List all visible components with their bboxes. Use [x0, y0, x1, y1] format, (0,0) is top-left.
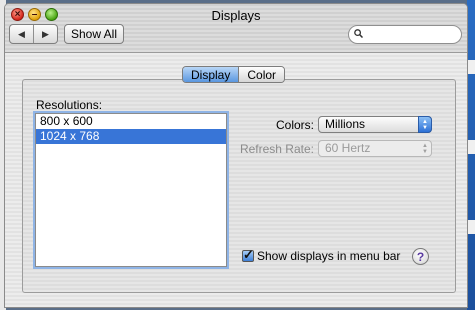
show-displays-label: Show displays in menu bar	[257, 249, 401, 263]
back-arrow-icon: ◀	[18, 28, 25, 39]
show-displays-option[interactable]: Show displays in menu bar	[242, 247, 401, 263]
forward-arrow-icon: ▶	[42, 28, 49, 39]
refresh-rate-popup: 60 Hertz ▲ ▼	[318, 140, 432, 157]
resolutions-label: Resolutions:	[36, 98, 103, 112]
desktop-fragment	[467, 140, 475, 154]
resolutions-list[interactable]: 800 x 600 1024 x 768	[35, 113, 227, 267]
desktop-fragment	[467, 60, 475, 74]
search-field[interactable]	[348, 25, 462, 44]
list-item-selected[interactable]: 1024 x 768	[36, 129, 226, 144]
back-forward-group: ◀ ▶	[9, 24, 58, 44]
desktop-fragment	[467, 220, 475, 234]
tab-color[interactable]: Color	[238, 67, 285, 82]
popup-arrows-icon: ▲ ▼	[418, 116, 432, 133]
colors-value: Millions	[325, 117, 366, 131]
question-mark-icon: ?	[416, 249, 425, 264]
popup-arrows-icon: ▲ ▼	[422, 142, 428, 155]
back-button[interactable]: ◀	[10, 25, 33, 43]
show-displays-checkbox[interactable]	[242, 247, 254, 263]
magnifier-icon	[354, 29, 363, 38]
list-item[interactable]: 800 x 600	[36, 114, 226, 129]
colors-label: Colors:	[275, 118, 314, 132]
colors-popup[interactable]: Millions ▲ ▼	[318, 116, 432, 133]
refresh-rate-label: Refresh Rate:	[239, 142, 314, 156]
segmented-tabs: Display Color	[182, 66, 286, 83]
title-bar: × – Displays ◀ ▶ Show All	[5, 4, 467, 53]
desktop-background	[467, 0, 475, 310]
show-all-button[interactable]: Show All	[64, 24, 124, 44]
help-button[interactable]: ?	[412, 248, 429, 265]
tab-display[interactable]: Display	[183, 67, 239, 82]
window-title: Displays	[211, 8, 261, 23]
forward-button[interactable]: ▶	[33, 25, 57, 43]
refresh-rate-value: 60 Hertz	[325, 141, 371, 155]
